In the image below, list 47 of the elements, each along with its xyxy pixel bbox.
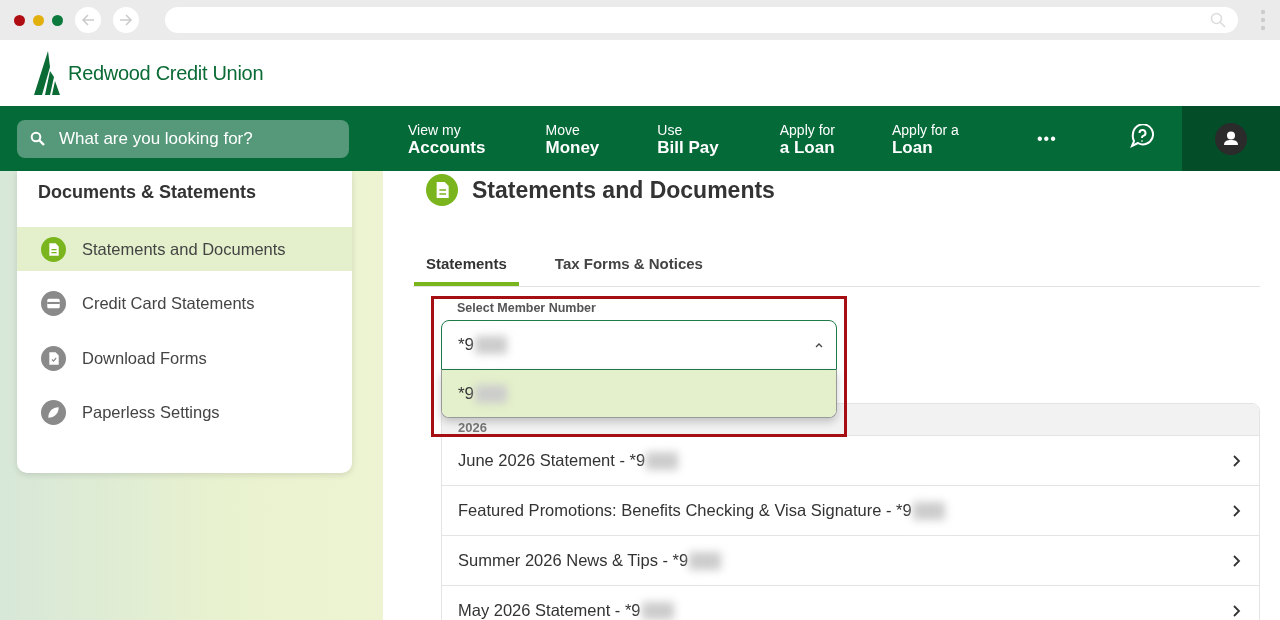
arrow-right-icon [118, 12, 134, 28]
chevron-right-icon [1231, 603, 1241, 618]
search-icon [30, 130, 46, 147]
minimize-dot[interactable] [33, 14, 44, 26]
forward-button[interactable] [113, 7, 139, 33]
member-select[interactable]: *9 [441, 320, 837, 370]
document-icon [41, 236, 66, 262]
tab[interactable]: Statements [414, 249, 519, 286]
arrow-left-icon [80, 12, 96, 28]
statement-row[interactable]: May 2026 Statement - *9 [442, 585, 1259, 620]
close-dot[interactable] [14, 14, 25, 26]
chevron-icon [814, 341, 824, 349]
sidebar-item[interactable]: Statements and Documents [17, 227, 352, 271]
card-icon [41, 291, 66, 316]
address-bar[interactable] [165, 7, 1238, 33]
sidebar-item[interactable]: Download Forms [17, 336, 352, 380]
tree-logo-icon [34, 51, 62, 95]
form-icon [41, 345, 66, 371]
sidebar-title: Documents & Statements [37, 181, 258, 204]
more-button[interactable]: ••• [1036, 129, 1057, 148]
nav-link[interactable]: Apply for a Loan [892, 120, 959, 157]
nav-link[interactable]: Move Money [545, 120, 600, 157]
leaf-icon [41, 400, 66, 425]
search-icon [1210, 12, 1226, 28]
document-icon [426, 174, 458, 206]
nav-link[interactable]: Use Bill Pay [657, 120, 719, 157]
logo-text: Redwood Credit Union [68, 61, 264, 85]
sidebar-item[interactable]: Credit Card Statements [17, 281, 352, 326]
sidebar-item[interactable]: Paperless Settings [17, 390, 352, 435]
menu-icon[interactable] [1260, 9, 1266, 31]
maximize-dot[interactable] [52, 14, 63, 26]
search-field[interactable]: What are you looking for? [17, 119, 349, 158]
nav-link[interactable]: Apply for a Loan [779, 120, 835, 157]
chevron-right-icon [1231, 503, 1241, 518]
chevron-right-icon [1231, 553, 1241, 568]
field-label: Select Member Number [456, 301, 597, 317]
group-header: 2026 [458, 420, 487, 435]
tab[interactable]: Tax Forms & Notices [542, 249, 715, 286]
statement-row[interactable]: June 2026 Statement - *9 [442, 435, 1259, 485]
page-title: Statements and Documents [472, 176, 775, 204]
chevron-right-icon [1231, 453, 1241, 468]
nav-link[interactable]: View my Accounts [408, 120, 486, 157]
account-avatar-icon[interactable] [1215, 122, 1247, 155]
dropdown-option[interactable]: *9 [442, 370, 836, 417]
back-button[interactable] [75, 7, 101, 33]
statement-row[interactable]: Summer 2026 News & Tips - *9 [442, 535, 1259, 585]
statement-row[interactable]: Featured Promotions: Benefits Checking & Visa Signature - *9 [442, 485, 1259, 535]
